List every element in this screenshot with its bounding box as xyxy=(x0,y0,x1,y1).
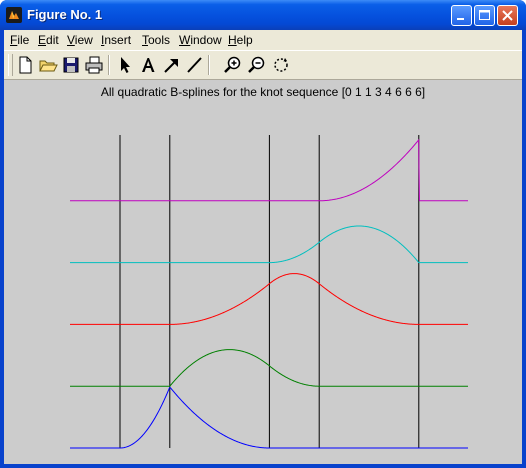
toolbar-separator xyxy=(208,55,210,75)
open-folder-icon xyxy=(39,60,58,72)
insert-arrow-icon xyxy=(164,59,178,73)
insert-line-icon xyxy=(187,57,202,73)
insert-text-button[interactable] xyxy=(137,54,159,76)
close-button[interactable] xyxy=(497,5,518,26)
print-button[interactable] xyxy=(83,54,105,76)
menu-window[interactable]: Window xyxy=(179,33,222,47)
figure-canvas: All quadratic B-splines for the knot seq… xyxy=(4,80,522,464)
figure-toolbar xyxy=(4,50,522,80)
rotate-icon xyxy=(274,58,288,72)
title-bar[interactable]: Figure No. 1 xyxy=(0,0,526,30)
maximize-button[interactable] xyxy=(474,5,495,26)
bspline-plot xyxy=(70,135,468,449)
select-arrow-icon xyxy=(121,57,130,73)
menu-file[interactable]: File xyxy=(10,33,29,47)
plot-title: All quadratic B-splines for the knot seq… xyxy=(100,85,426,99)
toolbar-separator xyxy=(108,55,110,75)
insert-arrow-button[interactable] xyxy=(160,54,182,76)
minimize-button[interactable] xyxy=(451,5,472,26)
new-figure-button[interactable] xyxy=(14,54,36,76)
zoom-out-button[interactable] xyxy=(246,54,268,76)
minimize-icon xyxy=(457,18,464,20)
zoom-in-button[interactable] xyxy=(222,54,244,76)
new-file-icon xyxy=(19,56,32,74)
matlab-logo-icon xyxy=(6,7,22,23)
menu-tools[interactable]: Tools xyxy=(142,33,170,47)
save-button[interactable] xyxy=(60,54,82,76)
window-client: File Edit View Insert Tools Window Help xyxy=(4,30,522,464)
save-disk-icon xyxy=(63,57,79,73)
edit-plot-button[interactable] xyxy=(114,54,136,76)
close-icon xyxy=(502,10,513,21)
menu-insert[interactable]: Insert xyxy=(101,33,131,47)
insert-text-icon xyxy=(142,58,155,72)
toolbar-grip[interactable] xyxy=(8,54,13,76)
open-file-button[interactable] xyxy=(37,54,59,76)
menu-bar: File Edit View Insert Tools Window Help xyxy=(4,30,522,50)
maximize-icon xyxy=(479,10,490,20)
print-icon xyxy=(85,56,103,74)
menu-edit[interactable]: Edit xyxy=(38,33,59,47)
menu-view[interactable]: View xyxy=(67,33,93,47)
rotate-3d-button[interactable] xyxy=(270,54,292,76)
insert-line-button[interactable] xyxy=(183,54,205,76)
window-title: Figure No. 1 xyxy=(27,7,103,22)
menu-help[interactable]: Help xyxy=(228,33,253,47)
figure-window: Figure No. 1 File Edit View Insert Tools… xyxy=(0,0,526,468)
zoom-in-icon xyxy=(224,56,241,73)
zoom-out-icon xyxy=(248,56,265,73)
